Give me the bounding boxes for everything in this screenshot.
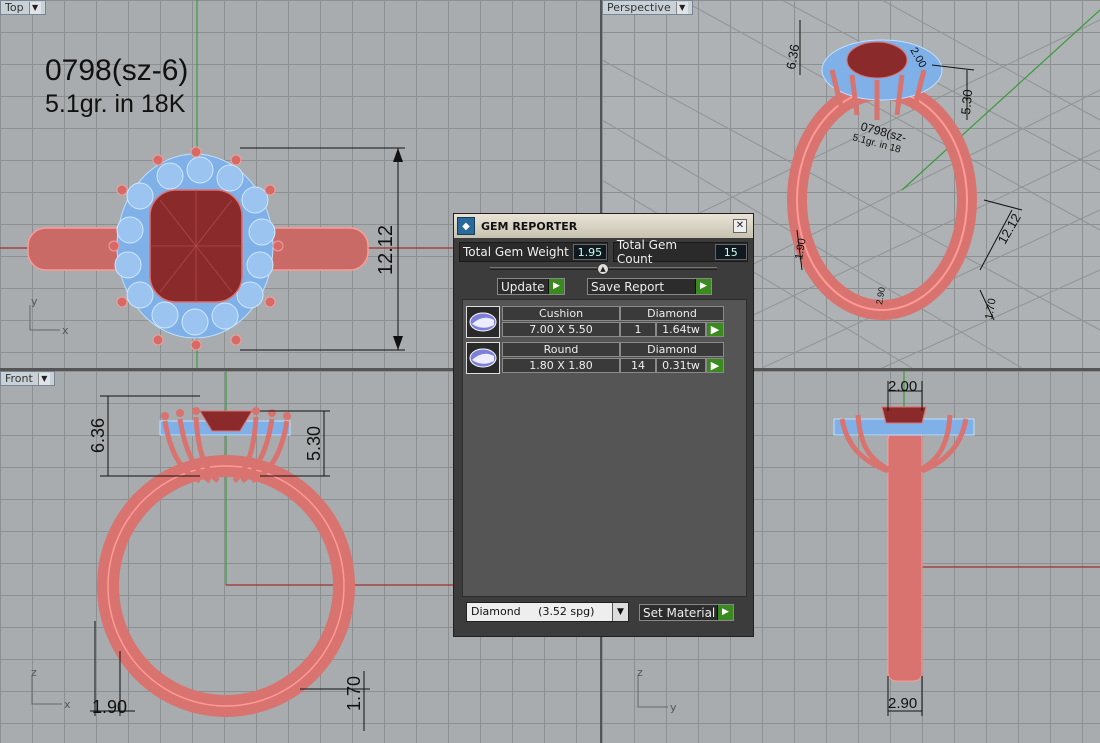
update-button[interactable]: Update ▶ bbox=[497, 278, 565, 295]
dimension-6-36-persp: 6.36 bbox=[783, 43, 802, 71]
gem-row-arrow-icon[interactable]: ▶ bbox=[706, 322, 724, 337]
gem-row-arrow-icon[interactable]: ▶ bbox=[706, 358, 724, 373]
gem-reporter-panel: ◆ GEM REPORTER ✕ Total Gem Weight 1.95 T… bbox=[453, 213, 754, 637]
cushion-gem-icon bbox=[466, 306, 500, 338]
dimension-12-12-persp: 12.12 bbox=[995, 211, 1024, 247]
axis-y-label: y bbox=[670, 701, 677, 714]
round-gem-icon bbox=[466, 342, 500, 374]
model-title: 0798(sz-6) bbox=[45, 54, 188, 87]
dimension-6-36-front: 6.36 bbox=[88, 418, 108, 453]
dimension-5-30-front: 5.30 bbox=[304, 426, 324, 461]
total-gem-count-field: Total Gem Count 15 bbox=[612, 238, 748, 266]
viewport-label-top[interactable]: Top ▼ bbox=[0, 0, 46, 15]
gem-reporter-icon: ◆ bbox=[457, 217, 475, 235]
total-gem-count-value: 15 bbox=[714, 244, 747, 260]
set-material-button-label: Set Material bbox=[643, 605, 716, 620]
gem-shape: Round bbox=[502, 342, 620, 357]
gem-list: Cushion Diamond 7.00 X 5.50 1 1.64tw ▶ R… bbox=[462, 299, 747, 597]
dimension-1-90-front: 1.90 bbox=[92, 697, 127, 717]
axis-z-label: z bbox=[31, 666, 37, 679]
save-report-button-label: Save Report bbox=[591, 279, 665, 294]
chevron-down-icon[interactable]: ▼ bbox=[37, 372, 50, 385]
close-icon[interactable]: ✕ bbox=[733, 219, 747, 233]
gem-count: 14 bbox=[620, 358, 656, 373]
gem-material: Diamond bbox=[620, 342, 724, 357]
dimension-1-70-front: 1.70 bbox=[344, 676, 364, 711]
chevron-down-icon[interactable]: ▼ bbox=[28, 1, 41, 14]
list-item[interactable]: Round Diamond 1.80 X 1.80 14 0.31tw ▶ bbox=[466, 342, 724, 375]
dimension-2-90-side: 2.90 bbox=[888, 695, 917, 712]
dimension-2-00-side: 2.00 bbox=[888, 378, 917, 395]
gem-size: 1.80 X 1.80 bbox=[502, 358, 620, 373]
play-arrow-icon: ▶ bbox=[548, 279, 564, 294]
gem-size: 7.00 X 5.50 bbox=[502, 322, 620, 337]
gem-count: 1 bbox=[620, 322, 656, 337]
viewport-label-perspective[interactable]: Perspective ▼ bbox=[602, 0, 693, 15]
dimension-height-top: 12.12 bbox=[375, 225, 397, 275]
material-select-value: Diamond (3.52 spg) bbox=[471, 605, 595, 618]
gem-weight: 1.64tw bbox=[656, 322, 706, 337]
dimension-5-30-persp: 5.30 bbox=[958, 89, 975, 116]
collapse-handle-icon[interactable]: ▲ bbox=[597, 263, 609, 275]
viewport-label-front[interactable]: Front ▼ bbox=[0, 371, 55, 386]
axis-z-label: z bbox=[637, 666, 643, 679]
chevron-down-icon[interactable]: ▼ bbox=[675, 1, 688, 14]
gem-weight: 0.31tw bbox=[656, 358, 706, 373]
gem-shape: Cushion bbox=[502, 306, 620, 321]
play-arrow-icon: ▶ bbox=[717, 605, 733, 620]
material-select[interactable]: Diamond (3.52 spg) ▼ bbox=[466, 602, 629, 622]
ring-shank-side bbox=[887, 430, 923, 682]
model-weight: 5.1gr. in 18K bbox=[45, 90, 186, 118]
play-arrow-icon: ▶ bbox=[695, 279, 711, 294]
gem-material: Diamond bbox=[620, 306, 724, 321]
axis-x-label: x bbox=[64, 698, 71, 711]
total-gem-weight-value: 1.95 bbox=[572, 244, 607, 260]
gem-reporter-titlebar[interactable]: ◆ GEM REPORTER ✕ bbox=[454, 214, 753, 238]
axis-x-label: x bbox=[62, 324, 69, 337]
total-gem-count-label: Total Gem Count bbox=[616, 238, 678, 266]
axis-y-label: y bbox=[31, 295, 38, 308]
total-gem-weight-label: Total Gem Weight bbox=[463, 245, 569, 259]
gem-reporter-title: GEM REPORTER bbox=[481, 219, 578, 233]
set-material-button[interactable]: Set Material ▶ bbox=[639, 604, 734, 621]
list-item[interactable]: Cushion Diamond 7.00 X 5.50 1 1.64tw ▶ bbox=[466, 306, 724, 339]
total-gem-weight-field: Total Gem Weight 1.95 bbox=[459, 242, 608, 262]
update-button-label: Update bbox=[501, 279, 545, 294]
save-report-button[interactable]: Save Report ▶ bbox=[587, 278, 712, 295]
chevron-down-icon[interactable]: ▼ bbox=[612, 603, 628, 621]
